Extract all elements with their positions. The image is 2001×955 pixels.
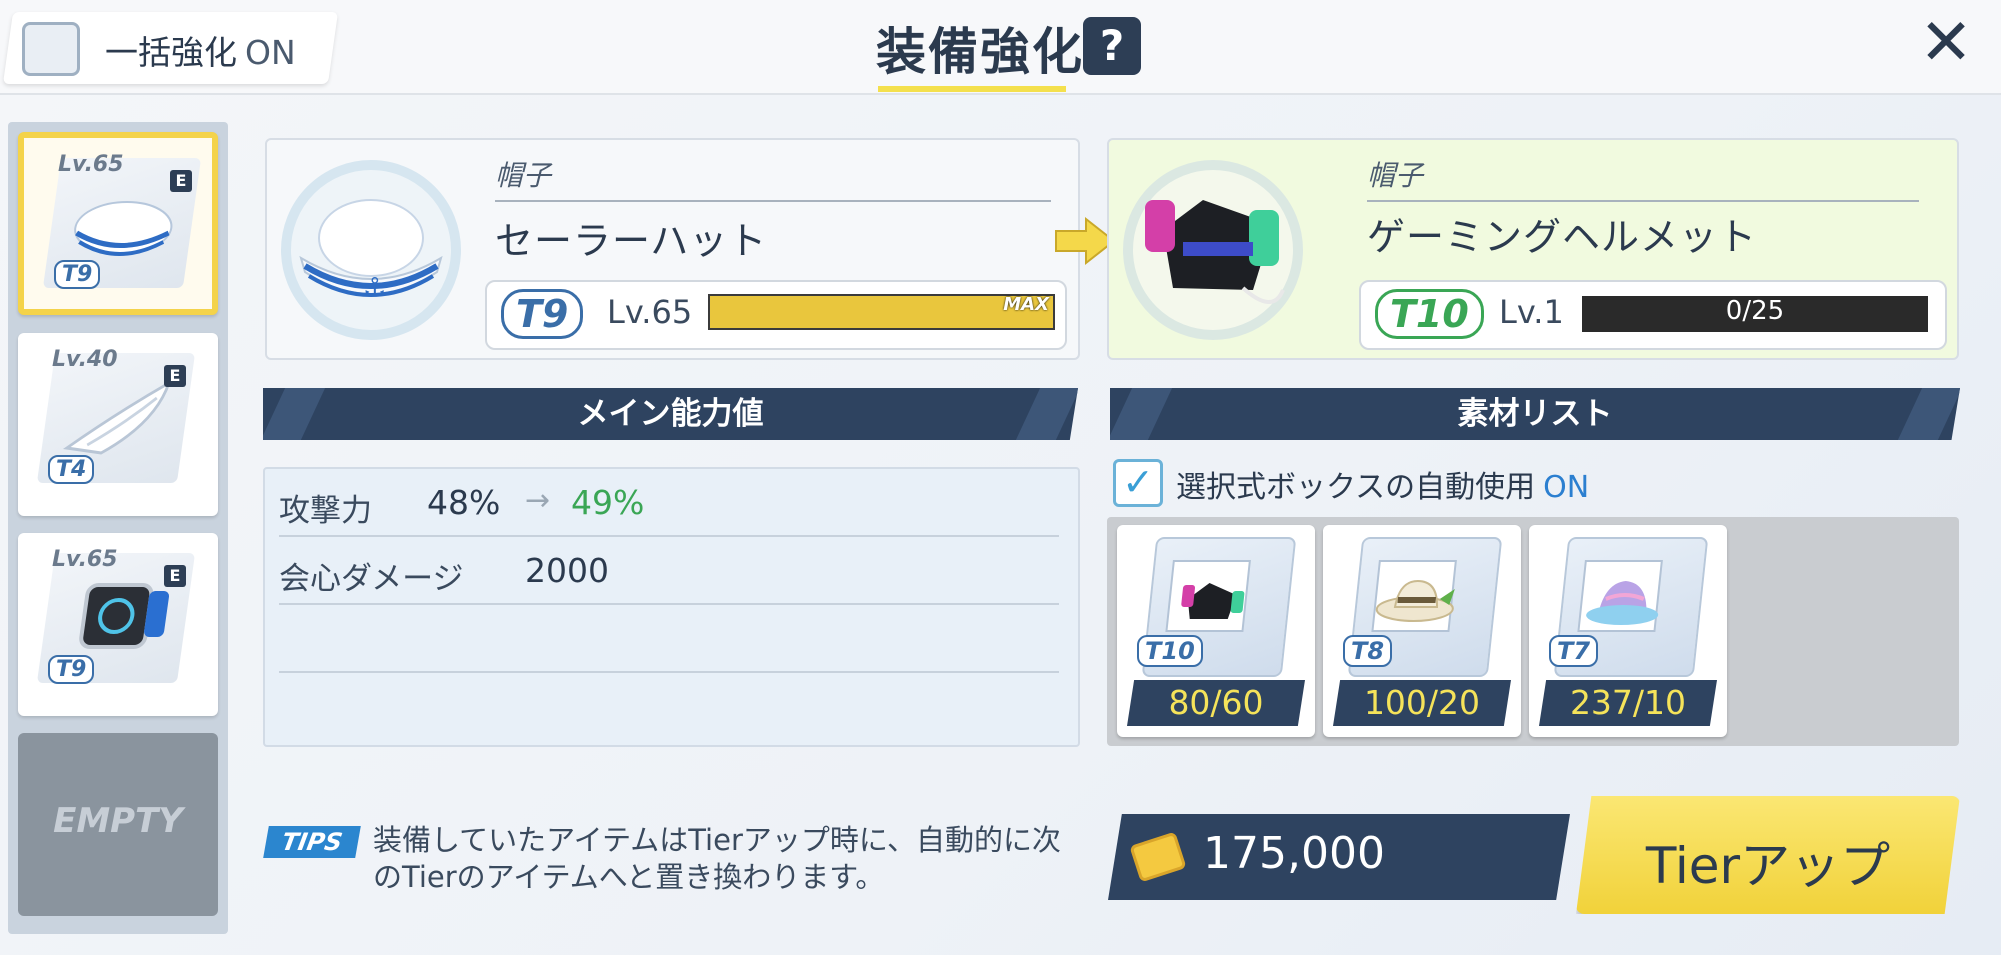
tips-line-2: のTierのアイテムへと置き換わります。 <box>373 860 885 894</box>
tier-up-button[interactable]: Tierアップ <box>1576 796 1960 914</box>
slot-tier: T4 <box>48 455 95 484</box>
cost-value: 175,000 <box>1203 828 1385 879</box>
auto-use-state: ON <box>1543 470 1590 505</box>
material-count: 100/20 <box>1333 680 1511 726</box>
sailor-hat-icon: ⚓ <box>281 160 461 340</box>
gaming-helmet-icon <box>1123 160 1303 340</box>
materials-header: 素材リスト <box>1110 388 1960 440</box>
divider <box>1367 200 1919 202</box>
title-underline <box>878 86 1066 92</box>
stat-current: 48% <box>427 483 501 522</box>
stat-name: 攻撃力 <box>279 493 372 529</box>
empty-slot[interactable]: EMPTY <box>18 733 218 916</box>
equipped-badge: E <box>164 365 186 387</box>
level-bar-fill <box>710 296 1053 328</box>
item-tier: T9 <box>501 289 584 339</box>
exp-text: 0/25 <box>1725 296 1785 326</box>
tips-text: 装備していたアイテムはTierアップ時に、自動的に次 のTierのアイテムへと置… <box>373 822 1093 896</box>
slot-tier: T9 <box>54 260 101 289</box>
stat-row-attack: 攻撃力 48% → 49% <box>279 469 1059 537</box>
item-tier: T10 <box>1375 289 1484 339</box>
equipment-slot-2[interactable]: Lv.40 E T4 <box>18 333 218 516</box>
material-item-3[interactable]: T7 237/10 <box>1529 525 1727 737</box>
auto-use-text: 選択式ボックスの自動使用 <box>1176 470 1536 505</box>
max-label: MAX <box>1003 294 1049 315</box>
material-count: 80/60 <box>1127 680 1305 726</box>
slot-level: Lv.65 <box>52 547 118 572</box>
stat-next: 49% <box>571 483 645 522</box>
main-stats-panel: 攻撃力 48% → 49% 会心ダメージ 2000 <box>263 467 1080 747</box>
bulk-enhance-text: 一括強化 <box>105 33 237 72</box>
stat-current: 2000 <box>525 551 609 590</box>
auto-use-label: 選択式ボックスの自動使用 ON <box>1176 462 1589 506</box>
exp-bar: 0/25 <box>1582 296 1928 332</box>
bulk-enhance-label: 一括強化 ON <box>105 26 296 74</box>
material-item-2[interactable]: T8 100/20 <box>1323 525 1521 737</box>
help-button[interactable]: ? <box>1083 17 1141 75</box>
main-stats-title: メイン能力値 <box>577 396 764 432</box>
item-name: ゲーミングヘルメット <box>1367 215 1758 259</box>
item-level: Lv.1 <box>1499 293 1564 331</box>
slot-tier: T9 <box>48 655 95 684</box>
empty-slot-label: EMPTY <box>53 801 183 841</box>
equipped-badge: E <box>164 565 186 587</box>
material-count: 237/10 <box>1539 680 1717 726</box>
slot-level: Lv.40 <box>52 347 118 372</box>
equipment-slot-3[interactable]: Lv.65 E T9 <box>18 533 218 716</box>
auto-use-checkbox[interactable]: ✓ <box>1113 459 1163 507</box>
item-category: 帽子 <box>495 159 552 192</box>
svg-text:⚓: ⚓ <box>363 273 386 303</box>
tier-up-label: Tierアップ <box>1645 837 1891 895</box>
bulk-enhance-state: ON <box>245 33 296 72</box>
item-category: 帽子 <box>1367 159 1424 192</box>
item-name: セーラーハット <box>495 219 768 263</box>
close-icon[interactable]: ✕ <box>1918 11 1974 75</box>
main-stats-header: メイン能力値 <box>263 388 1078 440</box>
stat-name: 会心ダメージ <box>279 561 464 597</box>
tips-line-1: 装備していたアイテムはTierアップ時に、自動的に次 <box>373 823 1062 857</box>
stat-arrow-icon: → <box>525 483 551 518</box>
material-item-1[interactable]: T10 80/60 <box>1117 525 1315 737</box>
bulk-enhance-checkbox[interactable] <box>22 22 80 76</box>
divider <box>495 200 1051 202</box>
stat-row-crit-damage: 会心ダメージ 2000 <box>279 537 1059 605</box>
material-tier: T10 <box>1137 635 1203 667</box>
equipped-badge: E <box>170 170 192 192</box>
next-item-card: 帽子 ゲーミングヘルメット T10 Lv.1 0/25 <box>1107 138 1959 360</box>
slot-level: Lv.65 <box>58 152 124 177</box>
equipment-slot-1[interactable]: Lv.65 E T9 <box>18 132 218 315</box>
materials-title: 素材リスト <box>1457 396 1613 432</box>
stat-row-empty <box>279 605 1059 673</box>
level-bar: MAX <box>708 294 1055 330</box>
material-tier: T7 <box>1549 635 1599 667</box>
item-level: Lv.65 <box>607 293 693 331</box>
material-tier: T8 <box>1343 635 1393 667</box>
tips-badge: TIPS <box>263 826 361 858</box>
current-item-card: ⚓ 帽子 セーラーハット T9 Lv.65 MAX <box>265 138 1080 360</box>
page-title: 装備強化 <box>876 23 1084 81</box>
